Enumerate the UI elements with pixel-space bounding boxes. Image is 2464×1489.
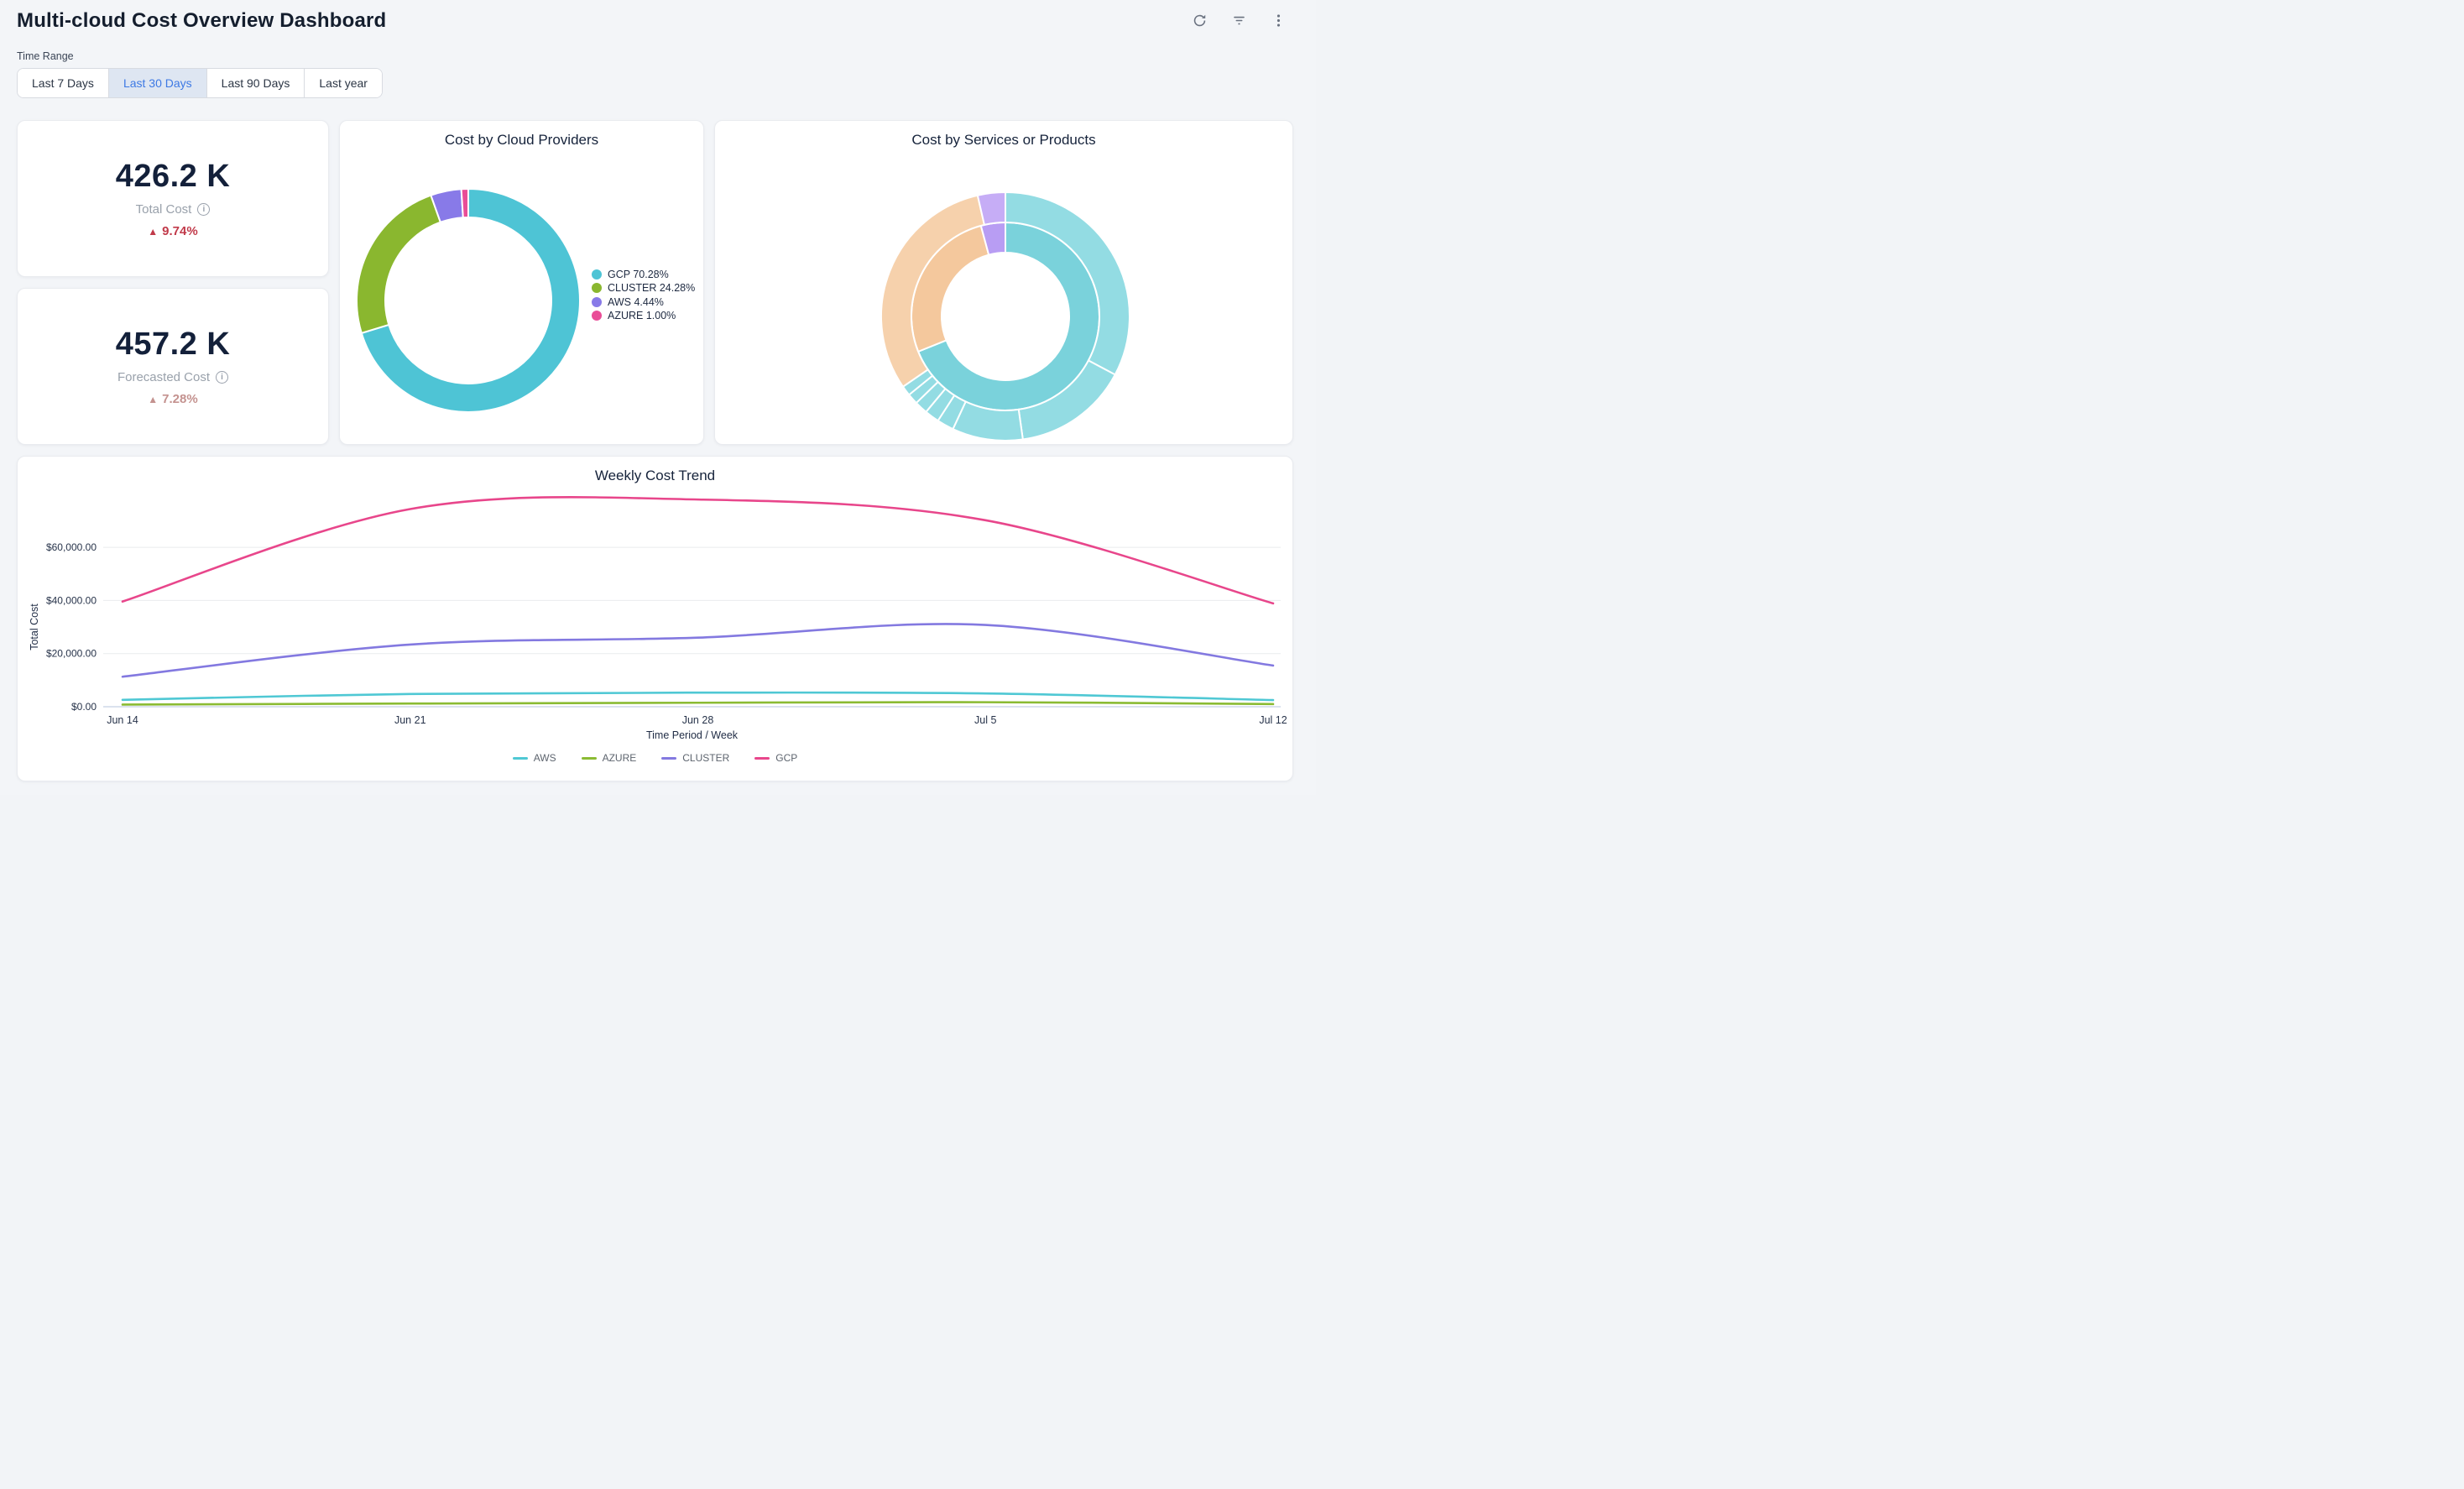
legend-line-swatch — [582, 757, 597, 760]
donut-legend: GCP 70.28% CLUSTER 24.28% AWS 4.44% AZUR… — [592, 269, 697, 322]
legend-line-swatch — [513, 757, 528, 760]
x-tick-label: Jun 14 — [107, 714, 138, 726]
x-tick-label: Jun 21 — [394, 714, 426, 726]
info-icon[interactable]: i — [197, 203, 210, 216]
legend-label: CLUSTER 24.28% — [608, 282, 695, 294]
total-cost-value: 426.2 K — [116, 159, 231, 195]
donut-segment-azure[interactable] — [462, 189, 468, 217]
y-tick-label: $0.00 — [71, 701, 97, 713]
x-tick-label: Jul 5 — [974, 714, 996, 726]
trend-legend: AWS AZURE CLUSTER GCP — [18, 752, 1292, 764]
time-range-last-30-days[interactable]: Last 30 Days — [109, 69, 207, 97]
time-range-last-year[interactable]: Last year — [305, 69, 382, 97]
legend-item-gcp[interactable]: GCP — [754, 752, 797, 764]
refresh-button[interactable] — [1190, 13, 1209, 31]
time-range-label: Time Range — [17, 50, 74, 62]
legend-item-azure[interactable]: AZURE 1.00% — [592, 310, 697, 321]
legend-label: AZURE — [603, 752, 637, 764]
legend-label: AZURE 1.00% — [608, 310, 676, 321]
legend-dot — [592, 297, 602, 307]
legend-item-gcp[interactable]: GCP 70.28% — [592, 269, 697, 280]
x-tick-label: Jun 28 — [682, 714, 714, 726]
legend-label: AWS 4.44% — [608, 296, 664, 308]
x-tick-label: Jul 12 — [1259, 714, 1287, 726]
y-tick-label: $20,000.00 — [46, 648, 97, 660]
legend-line-swatch — [661, 757, 676, 760]
legend-label: AWS — [534, 752, 556, 764]
dashboard: Multi-cloud Cost Overview Dashboard Time… — [0, 0, 1316, 795]
forecasted-cost-delta: ▲ 7.28% — [148, 392, 197, 406]
legend-dot — [592, 311, 602, 321]
time-range-last-7-days[interactable]: Last 7 Days — [18, 69, 109, 97]
donut-segment-cluster[interactable] — [357, 196, 441, 333]
total-cost-kpi-card: 426.2 K Total Cost i ▲ 9.74% — [17, 120, 329, 277]
y-tick-label: $60,000.00 — [46, 541, 97, 553]
legend-line-swatch — [754, 757, 770, 760]
header-actions — [1190, 13, 1287, 31]
forecasted-cost-label: Forecasted Cost — [117, 370, 210, 384]
more-options-button[interactable] — [1269, 13, 1287, 31]
time-range-last-90-days[interactable]: Last 90 Days — [207, 69, 305, 97]
legend-item-cluster[interactable]: CLUSTER — [661, 752, 729, 764]
legend-label: GCP — [775, 752, 797, 764]
filter-icon — [1231, 13, 1247, 31]
y-tick-label: $40,000.00 — [46, 594, 97, 606]
delta-value: 9.74% — [162, 224, 198, 238]
total-cost-label: Total Cost — [136, 202, 192, 217]
legend-item-aws[interactable]: AWS — [513, 752, 556, 764]
trend-line-aws[interactable] — [123, 692, 1273, 700]
legend-item-cluster[interactable]: CLUSTER 24.28% — [592, 282, 697, 294]
y-axis-title: Total Cost — [29, 603, 40, 650]
cost-by-services-card: Cost by Services or Products — [714, 120, 1293, 445]
filter-button[interactable] — [1229, 13, 1248, 31]
delta-value: 7.28% — [162, 392, 198, 406]
info-icon[interactable]: i — [216, 371, 228, 384]
legend-label: CLUSTER — [682, 752, 729, 764]
legend-dot — [592, 283, 602, 293]
legend-dot — [592, 269, 602, 280]
x-axis-title: Time Period / Week — [646, 729, 739, 741]
forecasted-cost-kpi-card: 457.2 K Forecasted Cost i ▲ 7.28% — [17, 288, 329, 445]
trend-line-cluster[interactable] — [123, 624, 1273, 677]
trend-line-gcp[interactable] — [123, 497, 1273, 603]
legend-item-azure[interactable]: AZURE — [582, 752, 637, 764]
page-title: Multi-cloud Cost Overview Dashboard — [17, 9, 386, 33]
total-cost-label-row: Total Cost i — [136, 202, 211, 217]
weekly-cost-trend-line-chart[interactable]: $0.00 $20,000.00 $40,000.00 $60,000.00 Jun 1… — [18, 457, 1294, 782]
weekly-cost-trend-card: Weekly Cost Trend $0.00$20,000.00$40,000… — [17, 456, 1293, 781]
cost-by-cloud-providers-card: Cost by Cloud Providers GCP 70.28% CLUST… — [339, 120, 704, 445]
forecasted-cost-label-row: Forecasted Cost i — [117, 370, 228, 384]
cost-by-services-sunburst-chart[interactable] — [715, 121, 1294, 446]
trend-line-azure[interactable] — [123, 703, 1273, 705]
refresh-icon — [1192, 13, 1208, 31]
triangle-up-icon: ▲ — [148, 394, 158, 405]
forecasted-cost-value: 457.2 K — [116, 327, 231, 363]
kebab-menu-icon — [1271, 13, 1287, 31]
legend-label: GCP 70.28% — [608, 269, 669, 280]
time-range-selector: Last 7 Days Last 30 Days Last 90 Days La… — [17, 68, 383, 98]
total-cost-delta: ▲ 9.74% — [148, 224, 197, 238]
triangle-up-icon: ▲ — [148, 226, 158, 238]
legend-item-aws[interactable]: AWS 4.44% — [592, 296, 697, 308]
